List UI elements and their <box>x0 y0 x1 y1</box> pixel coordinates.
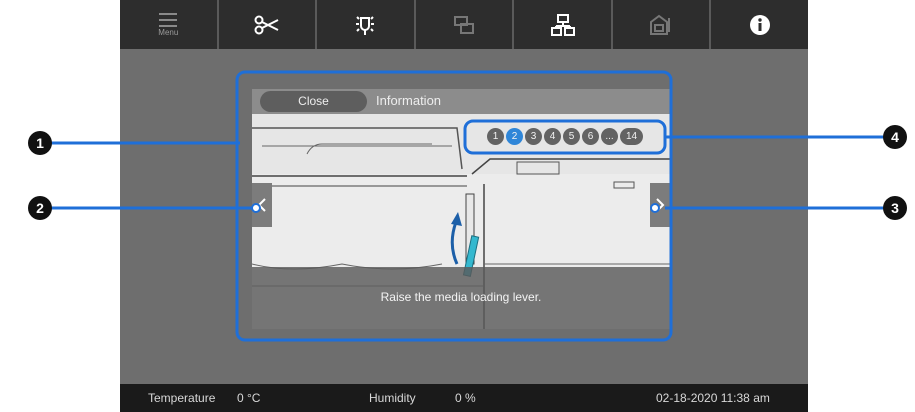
step-3: 3 <box>525 127 542 145</box>
callout-4: 4 <box>883 125 907 149</box>
info-button[interactable] <box>711 0 808 49</box>
dialog-title: Information <box>376 93 442 108</box>
step-1: 1 <box>487 127 504 145</box>
temperature-label: Temperature <box>148 391 216 405</box>
date-time: 02-18-2020 11:38 am <box>656 391 770 405</box>
light-icon <box>356 15 375 35</box>
step-4: 4 <box>544 127 561 145</box>
paper-settings-button[interactable] <box>416 0 515 49</box>
network-icon <box>550 13 575 36</box>
dialog-header: Close Information <box>252 89 670 114</box>
step-5: 5 <box>563 127 580 145</box>
printer-panel: Menu Close Information Raise the media l… <box>120 0 808 412</box>
menu-label: Menu <box>158 27 179 37</box>
callout-2: 2 <box>28 196 52 220</box>
paper-settings-icon <box>454 15 475 34</box>
cut-button[interactable] <box>219 0 318 49</box>
maintenance-button[interactable] <box>613 0 712 49</box>
step-6: 6 <box>582 127 599 145</box>
status-bar: Temperature 0 °C Humidity 0 % 02-18-2020… <box>120 384 808 412</box>
light-button[interactable] <box>317 0 416 49</box>
step-2: 2 <box>506 127 523 145</box>
info-icon <box>749 14 770 35</box>
callout-3: 3 <box>883 196 907 220</box>
humidity-label: Humidity <box>369 391 416 405</box>
chevron-left-icon <box>257 198 266 212</box>
step-ellipsis: ... <box>601 127 618 145</box>
close-button[interactable]: Close <box>260 91 367 112</box>
step-14: 14 <box>620 127 643 145</box>
network-button[interactable] <box>514 0 613 49</box>
scissors-icon <box>254 15 279 34</box>
maintenance-icon <box>650 14 671 35</box>
menu-button[interactable]: Menu <box>120 0 219 49</box>
chevron-right-icon <box>656 198 665 212</box>
next-step-button[interactable] <box>650 183 670 227</box>
temperature-value: 0 °C <box>237 391 261 405</box>
information-dialog: Close Information Raise the media loadin… <box>252 89 670 329</box>
menu-icon <box>159 12 178 27</box>
step-indicator: 1 2 3 4 5 6 ... 14 <box>487 126 645 146</box>
previous-step-button[interactable] <box>252 183 272 227</box>
callout-1: 1 <box>28 131 52 155</box>
humidity-value: 0 % <box>455 391 476 405</box>
instruction-caption: Raise the media loading lever. <box>380 290 542 304</box>
toolbar: Menu <box>120 0 808 49</box>
